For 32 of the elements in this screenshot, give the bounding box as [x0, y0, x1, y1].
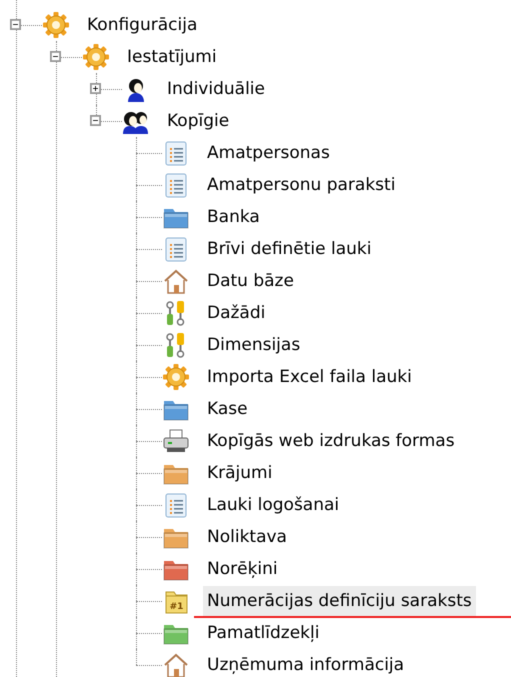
gear-icon	[42, 11, 70, 39]
tree-item[interactable]: Iestatījumi	[123, 42, 221, 72]
house-icon	[162, 267, 190, 295]
tree-item[interactable]: Dimensijas	[203, 330, 304, 360]
tree-item[interactable]: Numerācijas definīciju saraksts	[203, 586, 476, 616]
collapse-icon[interactable]	[10, 19, 21, 30]
tree-item[interactable]: Lauki logošanai	[203, 490, 344, 520]
tree-item[interactable]: Kopīgie	[163, 106, 234, 136]
tree-item[interactable]: Importa Excel faila lauki	[203, 362, 416, 392]
tree-item[interactable]: Datu bāze	[203, 266, 298, 296]
printer-icon	[162, 427, 190, 455]
tree-item[interactable]: Dažādi	[203, 298, 270, 328]
tree-item[interactable]: Pamatlīdzekļi	[203, 618, 324, 648]
tree-item[interactable]: Noliktava	[203, 522, 291, 552]
gear-icon	[82, 43, 110, 71]
tree-item[interactable]: Amatpersonas	[203, 138, 334, 168]
tree-item[interactable]: Uzņēmuma informācija	[203, 650, 408, 677]
icon-label: #1	[170, 602, 184, 612]
tree-item[interactable]: Krājumi	[203, 458, 276, 488]
tree-item[interactable]: Amatpersonu paraksti	[203, 170, 400, 200]
expand-icon[interactable]	[90, 83, 101, 94]
tree-item[interactable]: Brīvi definētie lauki	[203, 234, 376, 264]
tree-item[interactable]: Kase	[203, 394, 252, 424]
tree-item[interactable]: Banka	[203, 202, 264, 232]
tree-item[interactable]: Norēķini	[203, 554, 282, 584]
collapse-icon[interactable]	[50, 51, 61, 62]
gear-icon	[162, 363, 190, 391]
tree-item[interactable]: Individuālie	[163, 74, 269, 104]
tree-item[interactable]: Kopīgās web izdrukas formas	[203, 426, 459, 456]
tree-item[interactable]: Konfigurācija	[83, 10, 202, 40]
collapse-icon[interactable]	[90, 115, 101, 126]
house-icon	[162, 651, 190, 677]
